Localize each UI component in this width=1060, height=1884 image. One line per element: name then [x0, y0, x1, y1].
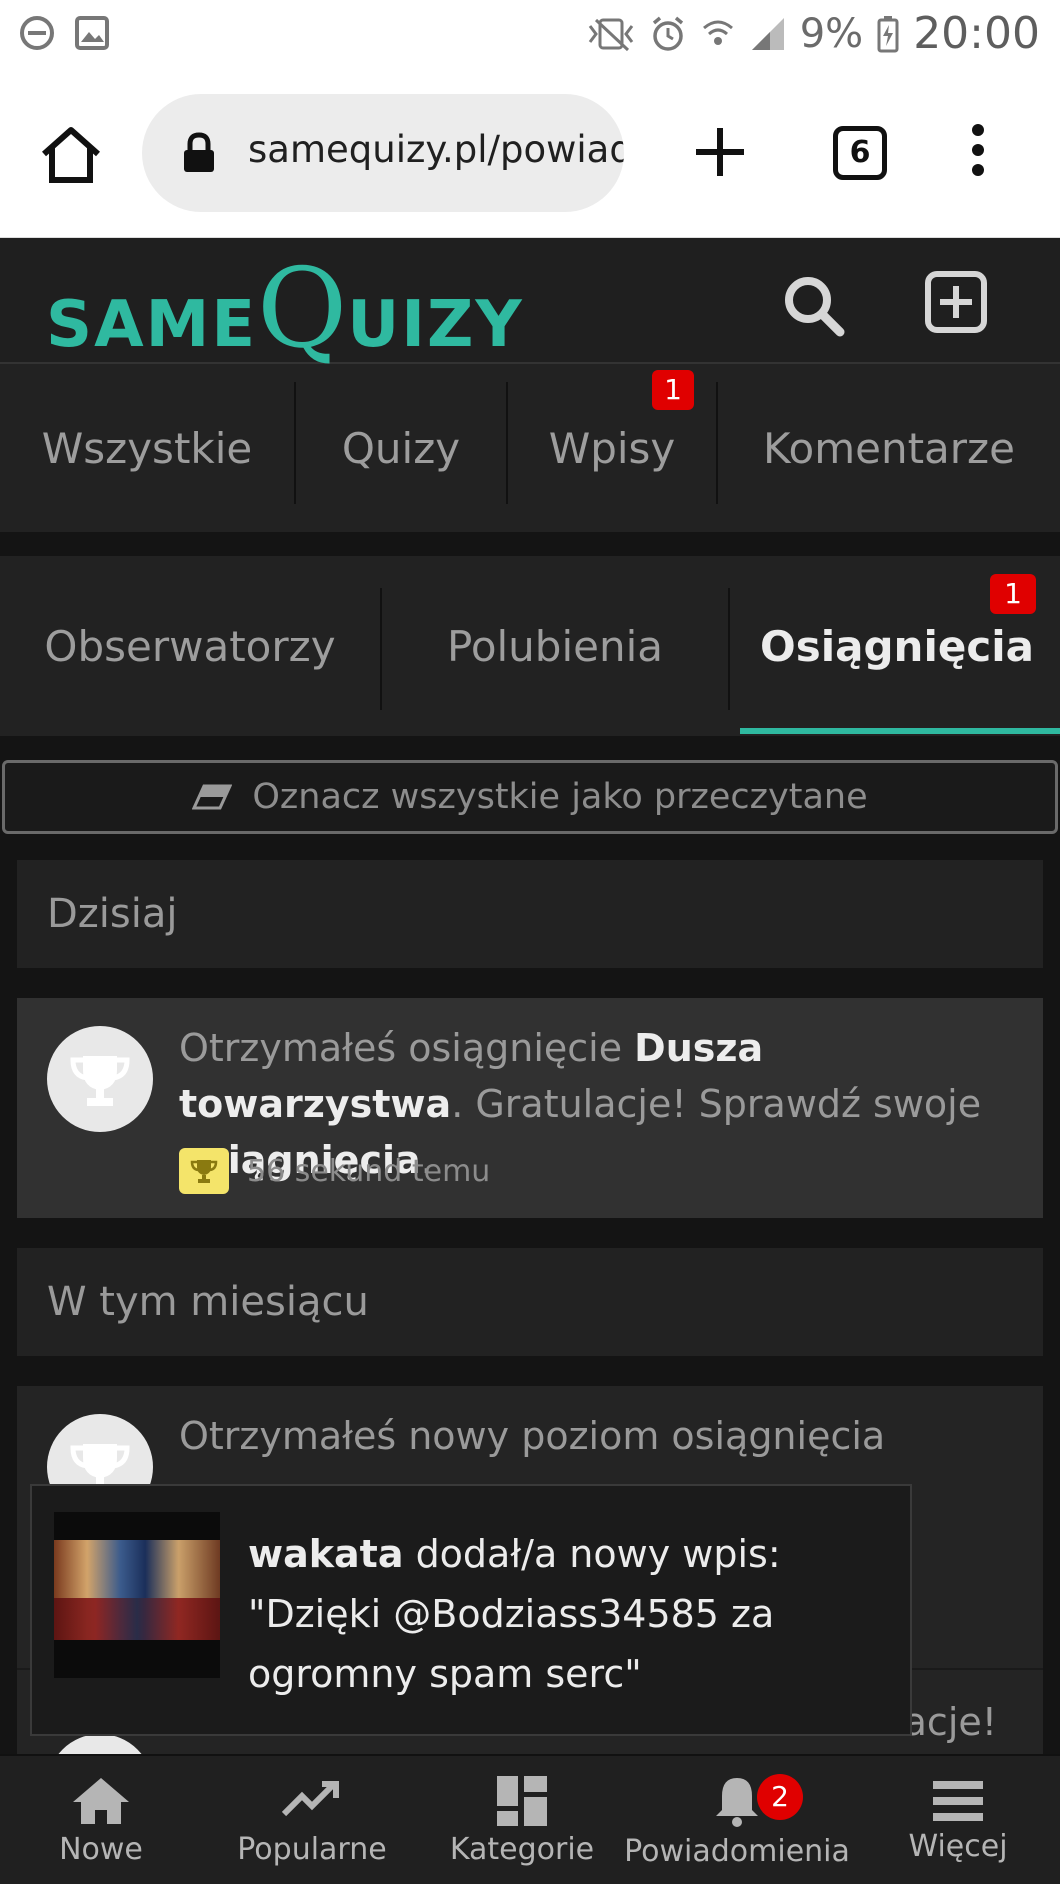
trending-icon	[282, 1780, 339, 1816]
site-header: SAMEQUIZY	[0, 238, 1060, 372]
toast-message: wakata dodał/a nowy wpis: "Dzięki @Bodzi…	[248, 1532, 781, 1696]
wpisy-badge: 1	[652, 370, 694, 410]
post-thumbnail	[54, 1512, 220, 1678]
battery-percent: 9%	[799, 10, 864, 57]
nav-kategorie[interactable]: Kategorie	[422, 1756, 622, 1884]
hamburger-icon	[933, 1780, 983, 1821]
lock-icon	[184, 132, 214, 172]
new-tab-icon[interactable]	[692, 124, 748, 180]
clock: 20:00	[913, 8, 1040, 59]
tab-divider	[728, 588, 730, 710]
new-post-toast[interactable]: wakata dodał/a nowy wpis: "Dzięki @Bodzi…	[30, 1484, 912, 1736]
tab-quizy[interactable]: Quizy	[296, 364, 506, 532]
osiagniecia-badge: 1	[990, 574, 1036, 614]
avatar	[47, 1026, 153, 1132]
do-not-disturb-icon	[20, 16, 54, 50]
eraser-icon	[192, 784, 233, 810]
mark-all-read-button[interactable]: Oznacz wszystkie jako przeczytane	[2, 760, 1058, 834]
nav-label: Kategorie	[449, 1831, 595, 1867]
grid-icon	[497, 1775, 547, 1826]
tab-obserwatorzy[interactable]: Obserwatorzy	[0, 556, 380, 736]
battery-charging-icon	[877, 15, 899, 52]
nav-nowe[interactable]: Nowe	[0, 1756, 202, 1884]
nav-powiadomienia[interactable]: Powiadomienia	[624, 1756, 850, 1884]
home-icon	[73, 1777, 129, 1824]
bell-icon	[716, 1777, 758, 1827]
signal-icon	[751, 17, 784, 50]
nav-label: Powiadomienia	[624, 1833, 850, 1869]
tab-polubienia[interactable]: Polubienia	[382, 556, 728, 736]
mark-all-read-label: Oznacz wszystkie jako przeczytane	[252, 777, 868, 817]
active-tab-indicator	[740, 728, 1060, 734]
nav-label: Popularne	[237, 1831, 387, 1867]
notification-category-tabs: Obserwatorzy Polubienia Osiągnięcia 1	[0, 556, 1060, 736]
add-quiz-icon[interactable]	[924, 270, 988, 334]
trophy-icon	[179, 1148, 229, 1194]
nav-label: Więcej	[908, 1828, 1008, 1864]
notification-time: 56 sekund temu	[247, 1153, 491, 1189]
status-bar: 9% 20:00	[0, 0, 1060, 74]
nav-popularne[interactable]: Popularne	[212, 1756, 412, 1884]
samequizy-logo[interactable]: SAMEQUIZY	[46, 244, 524, 372]
notification-text: Otrzymałeś nowy poziom osiągnięcia	[179, 1414, 886, 1458]
alarm-icon	[652, 16, 683, 51]
trophy-icon	[70, 1056, 130, 1106]
section-header-today: Dzisiaj	[17, 860, 1043, 968]
tab-komentarze[interactable]: Komentarze	[718, 364, 1060, 532]
browser-toolbar: samequizy.pl/powiad 6	[0, 74, 1060, 238]
url-text: samequizy.pl/powiad	[248, 128, 624, 171]
nav-label: Nowe	[59, 1831, 143, 1867]
address-bar[interactable]: samequizy.pl/powiad	[142, 94, 624, 212]
notifications-count-badge: 2	[757, 1774, 803, 1820]
image-icon	[75, 16, 109, 50]
vibrate-icon	[588, 18, 633, 51]
notification-type-tabs: Wszystkie Quizy Wpisy 1 Komentarze	[0, 364, 1060, 532]
notification-item[interactable]: Otrzymałeś osiągnięcie Dusza towarzystwa…	[17, 998, 1043, 1218]
wifi-icon	[702, 20, 733, 45]
home-icon[interactable]	[38, 124, 104, 186]
notification-text-fragment: acje!	[903, 1700, 997, 1744]
section-header-this-month: W tym miesiącu	[17, 1248, 1043, 1356]
browser-menu-icon[interactable]	[968, 124, 988, 184]
tab-wszystkie[interactable]: Wszystkie	[0, 364, 294, 532]
toast-username[interactable]: wakata	[248, 1532, 403, 1576]
bottom-navigation: Nowe Popularne Kategorie Powiadomienia 2…	[0, 1754, 1060, 1884]
tab-switcher-button[interactable]: 6	[833, 126, 887, 180]
nav-wiecej[interactable]: Więcej	[858, 1756, 1058, 1884]
search-icon[interactable]	[782, 274, 846, 338]
